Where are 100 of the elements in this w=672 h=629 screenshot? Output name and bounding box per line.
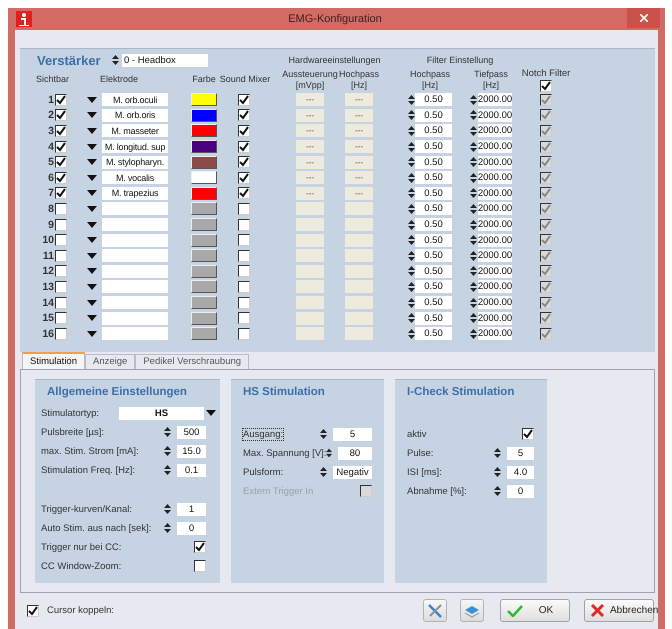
- highpass-field: ---: [345, 124, 373, 138]
- electrode-field[interactable]: M. longitud. sup: [102, 140, 168, 154]
- electrode-field[interactable]: M. orb.oculi: [102, 93, 168, 106]
- gain-field: ---: [296, 186, 324, 200]
- lowpass-field[interactable]: 2000.00: [478, 234, 512, 247]
- lowpass-field[interactable]: 2000.00: [478, 202, 512, 216]
- highpass-field[interactable]: 0.50: [415, 218, 452, 232]
- field-label: Ausgang:: [243, 428, 284, 440]
- lowpass-field[interactable]: 2000.00: [478, 312, 512, 325]
- checkbox-label: Cursor koppeln:: [47, 605, 114, 616]
- column-header: Sichtbar: [36, 74, 70, 85]
- channel-number: 5: [48, 156, 54, 168]
- highpass-field[interactable]: 0.50: [415, 280, 452, 294]
- number-field[interactable]: 5: [507, 446, 534, 460]
- highpass-field[interactable]: 0.50: [415, 264, 452, 278]
- number-field[interactable]: 15.0: [177, 444, 206, 458]
- lowpass-field[interactable]: 2000.00: [478, 264, 512, 278]
- highpass-field[interactable]: 0.50: [415, 249, 452, 262]
- column-header: Aussteuerung [mVpp]: [282, 68, 338, 90]
- highpass-field[interactable]: 0.50: [415, 124, 452, 138]
- highpass-field[interactable]: 0.50: [415, 296, 452, 310]
- lowpass-field[interactable]: 2000.00: [478, 156, 512, 169]
- channel-number: 1: [48, 94, 54, 106]
- column-header: Tiefpass [Hz]: [474, 68, 508, 90]
- field-label: ISI [ms]:: [407, 466, 442, 478]
- column-header: Farbe: [192, 74, 216, 85]
- channel-number: 15: [42, 312, 54, 324]
- field-label: Max. Spannung [V]:: [243, 448, 326, 458]
- highpass-field[interactable]: 0.50: [415, 140, 452, 154]
- field-label: Abnahme [%]:: [407, 486, 467, 496]
- device-field[interactable]: 0 - Headbox: [122, 54, 208, 66]
- number-field[interactable]: 0: [177, 522, 206, 534]
- lowpass-field[interactable]: 2000.00: [478, 280, 512, 294]
- window-title: EMG-Konfiguration: [287, 13, 383, 25]
- highpass-field[interactable]: 0.50: [415, 93, 452, 106]
- lowpass-field[interactable]: 2000.00: [478, 249, 512, 262]
- number-field[interactable]: 0.1: [177, 464, 206, 476]
- column-header: Notch Filter: [522, 68, 570, 78]
- number-field[interactable]: 500: [177, 426, 206, 438]
- lowpass-field[interactable]: 2000.00: [478, 93, 512, 106]
- highpass-field[interactable]: 0.50: [415, 108, 452, 122]
- highpass-field[interactable]: 0.50: [415, 234, 452, 247]
- column-header: Hochpass [Hz]: [410, 68, 450, 90]
- highpass-field[interactable]: 0.50: [415, 186, 452, 200]
- highpass-field: ---: [345, 93, 373, 106]
- column-header: Sound Mixer: [220, 74, 270, 85]
- electrode-field[interactable]: M. orb.oris: [102, 108, 168, 122]
- highpass-field: ---: [345, 156, 373, 169]
- select-field[interactable]: HS: [119, 406, 204, 420]
- highpass-field: ---: [345, 140, 373, 154]
- channel-number: 14: [42, 296, 54, 309]
- highpass-field[interactable]: 0.50: [415, 312, 452, 325]
- highpass-field: ---: [345, 186, 373, 200]
- electrode-field[interactable]: M. masseter: [102, 124, 168, 138]
- tab[interactable]: Pedikel Verschraubung: [135, 354, 250, 368]
- number-field[interactable]: 5: [333, 428, 372, 440]
- gain-field: ---: [296, 171, 324, 184]
- lowpass-field[interactable]: 2000.00: [478, 296, 512, 310]
- field-label: aktiv: [407, 428, 427, 440]
- electrode-field[interactable]: M. trapezius: [102, 186, 168, 200]
- highpass-field: ---: [345, 171, 373, 184]
- number-field[interactable]: 80: [338, 446, 372, 460]
- highpass-field[interactable]: 0.50: [415, 327, 452, 340]
- group-heading: Hardwareeinstellungen: [288, 55, 381, 65]
- field-label: Pulsbreite [µs]:: [41, 426, 104, 438]
- electrode-field[interactable]: M. stylopharyn.: [102, 156, 168, 169]
- number-field[interactable]: 0: [507, 484, 534, 498]
- ok-button[interactable]: OK: [500, 599, 570, 622]
- number-field[interactable]: 1: [177, 502, 206, 516]
- channel-number: 2: [48, 109, 54, 122]
- channel-number: 10: [42, 234, 54, 246]
- number-field[interactable]: Negativ: [333, 466, 372, 478]
- channel-number: 3: [48, 124, 54, 137]
- field-label: max. Stim. Strom [mA]:: [41, 446, 139, 456]
- lowpass-field[interactable]: 2000.00: [478, 140, 512, 154]
- channel-number: 11: [42, 250, 54, 262]
- group-title: I-Check Stimulation: [407, 386, 516, 400]
- group-title: Allgemeine Einstellungen: [47, 386, 188, 400]
- field-label: Extern Trigger In: [243, 486, 314, 496]
- highpass-field[interactable]: 0.50: [415, 171, 452, 184]
- column-header: Hochpass [Hz]: [338, 68, 380, 90]
- highpass-field[interactable]: 0.50: [415, 202, 452, 216]
- field-label: Trigger nur bei CC:: [41, 542, 122, 552]
- tab[interactable]: Stimulation: [22, 352, 85, 368]
- number-field[interactable]: 4.0: [507, 466, 534, 478]
- lowpass-field[interactable]: 2000.00: [478, 124, 512, 138]
- group-title: HS Stimulation: [243, 386, 326, 400]
- gain-field: ---: [296, 108, 324, 122]
- electrode-field[interactable]: M. vocalis: [102, 171, 168, 184]
- section-title: Verstärker: [37, 52, 101, 68]
- lowpass-field[interactable]: 2000.00: [478, 171, 512, 184]
- lowpass-field[interactable]: 2000.00: [478, 108, 512, 122]
- tab[interactable]: Anzeige: [85, 354, 136, 368]
- channel-number: 7: [48, 187, 54, 200]
- field-label: CC Window-Zoom:: [41, 560, 122, 572]
- column-header: Elektrode: [100, 74, 138, 85]
- lowpass-field[interactable]: 2000.00: [478, 186, 512, 200]
- lowpass-field[interactable]: 2000.00: [478, 327, 512, 340]
- lowpass-field[interactable]: 2000.00: [478, 218, 512, 232]
- highpass-field[interactable]: 0.50: [415, 156, 452, 169]
